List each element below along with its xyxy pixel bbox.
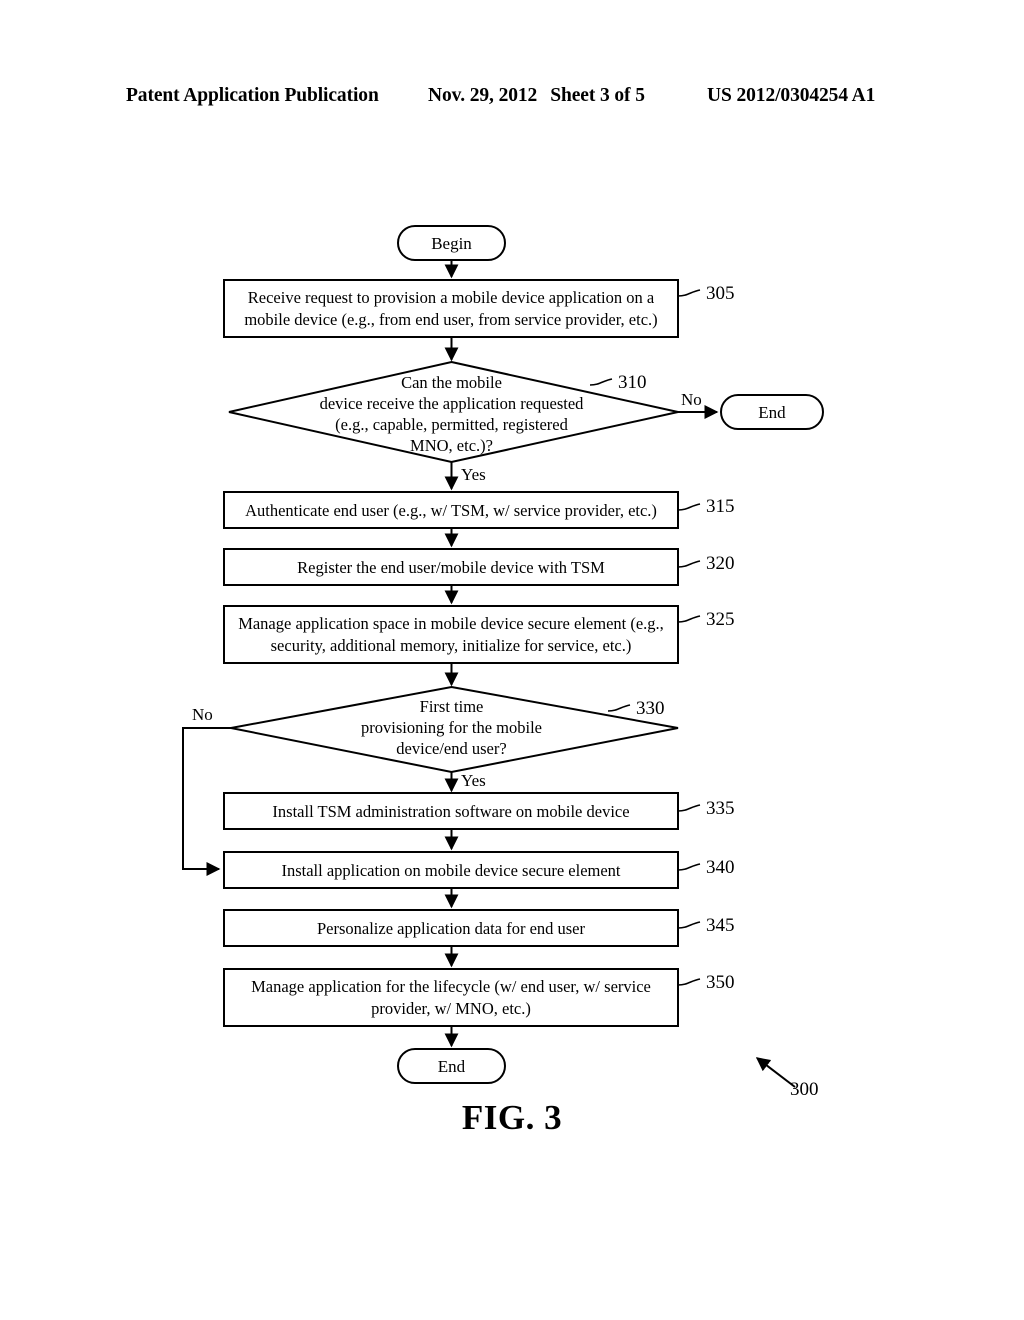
ref-number-335: 335 (706, 798, 735, 819)
ref-number-310: 310 (618, 372, 647, 393)
process-node-345: Personalize application data for end use… (223, 909, 735, 947)
process-node-315: Authenticate end user (e.g., w/ TSM, w/ … (223, 491, 735, 529)
node-335-line-1: Install TSM administration software on m… (272, 802, 629, 821)
node-320-line-1: Register the end user/mobile device with… (297, 558, 605, 577)
ref-number-300: 300 (790, 1079, 819, 1100)
ref-number-315: 315 (706, 496, 735, 517)
node-310-line-4: MNO, etc.)? (410, 436, 493, 455)
patent-drawing-page: Patent Application Publication Nov. 29, … (0, 0, 1024, 1320)
ref-number-345: 345 (706, 915, 735, 936)
node-305-line-2: mobile device (e.g., from end user, from… (244, 310, 657, 329)
node-315-line-1: Authenticate end user (e.g., w/ TSM, w/ … (245, 501, 657, 520)
node-310-line-2: device receive the application requested (320, 394, 585, 413)
branch-label-no-310: No (681, 390, 702, 409)
node-340-line-1: Install application on mobile device sec… (281, 861, 620, 880)
branch-label-yes-330: Yes (461, 771, 486, 790)
ref-number-325: 325 (706, 609, 735, 630)
node-310-line-1: Can the mobile (401, 373, 502, 392)
terminator-end-bottom-label: End (438, 1057, 466, 1076)
node-325-line-1: Manage application space in mobile devic… (238, 614, 664, 633)
branch-label-no-330: No (192, 705, 213, 724)
process-node-340: Install application on mobile device sec… (223, 851, 735, 889)
node-345-line-1: Personalize application data for end use… (317, 919, 586, 938)
node-350-line-1: Manage application for the lifecycle (w/… (251, 977, 651, 996)
ref-number-340: 340 (706, 857, 735, 878)
node-330-line-2: provisioning for the mobile (361, 718, 542, 737)
ref-number-305: 305 (706, 283, 735, 304)
branch-label-yes-310: Yes (461, 465, 486, 484)
process-node-305: Receive request to provision a mobile de… (223, 279, 735, 338)
terminator-end-right-label: End (758, 403, 786, 422)
process-node-335: Install TSM administration software on m… (223, 792, 735, 830)
terminator-end-right: End (720, 394, 824, 430)
figure-caption: FIG. 3 (461, 1098, 563, 1137)
diagram-reference-300: 300 (755, 1057, 819, 1100)
process-node-320: Register the end user/mobile device with… (223, 548, 735, 586)
terminator-begin-label: Begin (431, 234, 472, 253)
decision-node-330: First time provisioning for the mobile d… (230, 685, 679, 774)
process-node-350: Manage application for the lifecycle (w/… (223, 968, 735, 1027)
ref-number-320: 320 (706, 553, 735, 574)
terminator-begin: Begin (397, 225, 506, 261)
node-325-line-2: security, additional memory, initialize … (271, 636, 632, 655)
node-305-line-1: Receive request to provision a mobile de… (248, 288, 655, 307)
node-350-line-2: provider, w/ MNO, etc.) (371, 999, 531, 1018)
ref-number-350: 350 (706, 972, 735, 993)
ref-number-330: 330 (636, 698, 665, 719)
node-310-line-3: (e.g., capable, permitted, registered (335, 415, 568, 434)
terminator-end-bottom: End (397, 1048, 506, 1084)
node-330-line-3: device/end user? (396, 739, 506, 758)
process-node-325: Manage application space in mobile devic… (223, 605, 735, 664)
node-330-line-1: First time (420, 697, 484, 716)
decision-node-310: Can the mobile device receive the applic… (228, 360, 679, 464)
